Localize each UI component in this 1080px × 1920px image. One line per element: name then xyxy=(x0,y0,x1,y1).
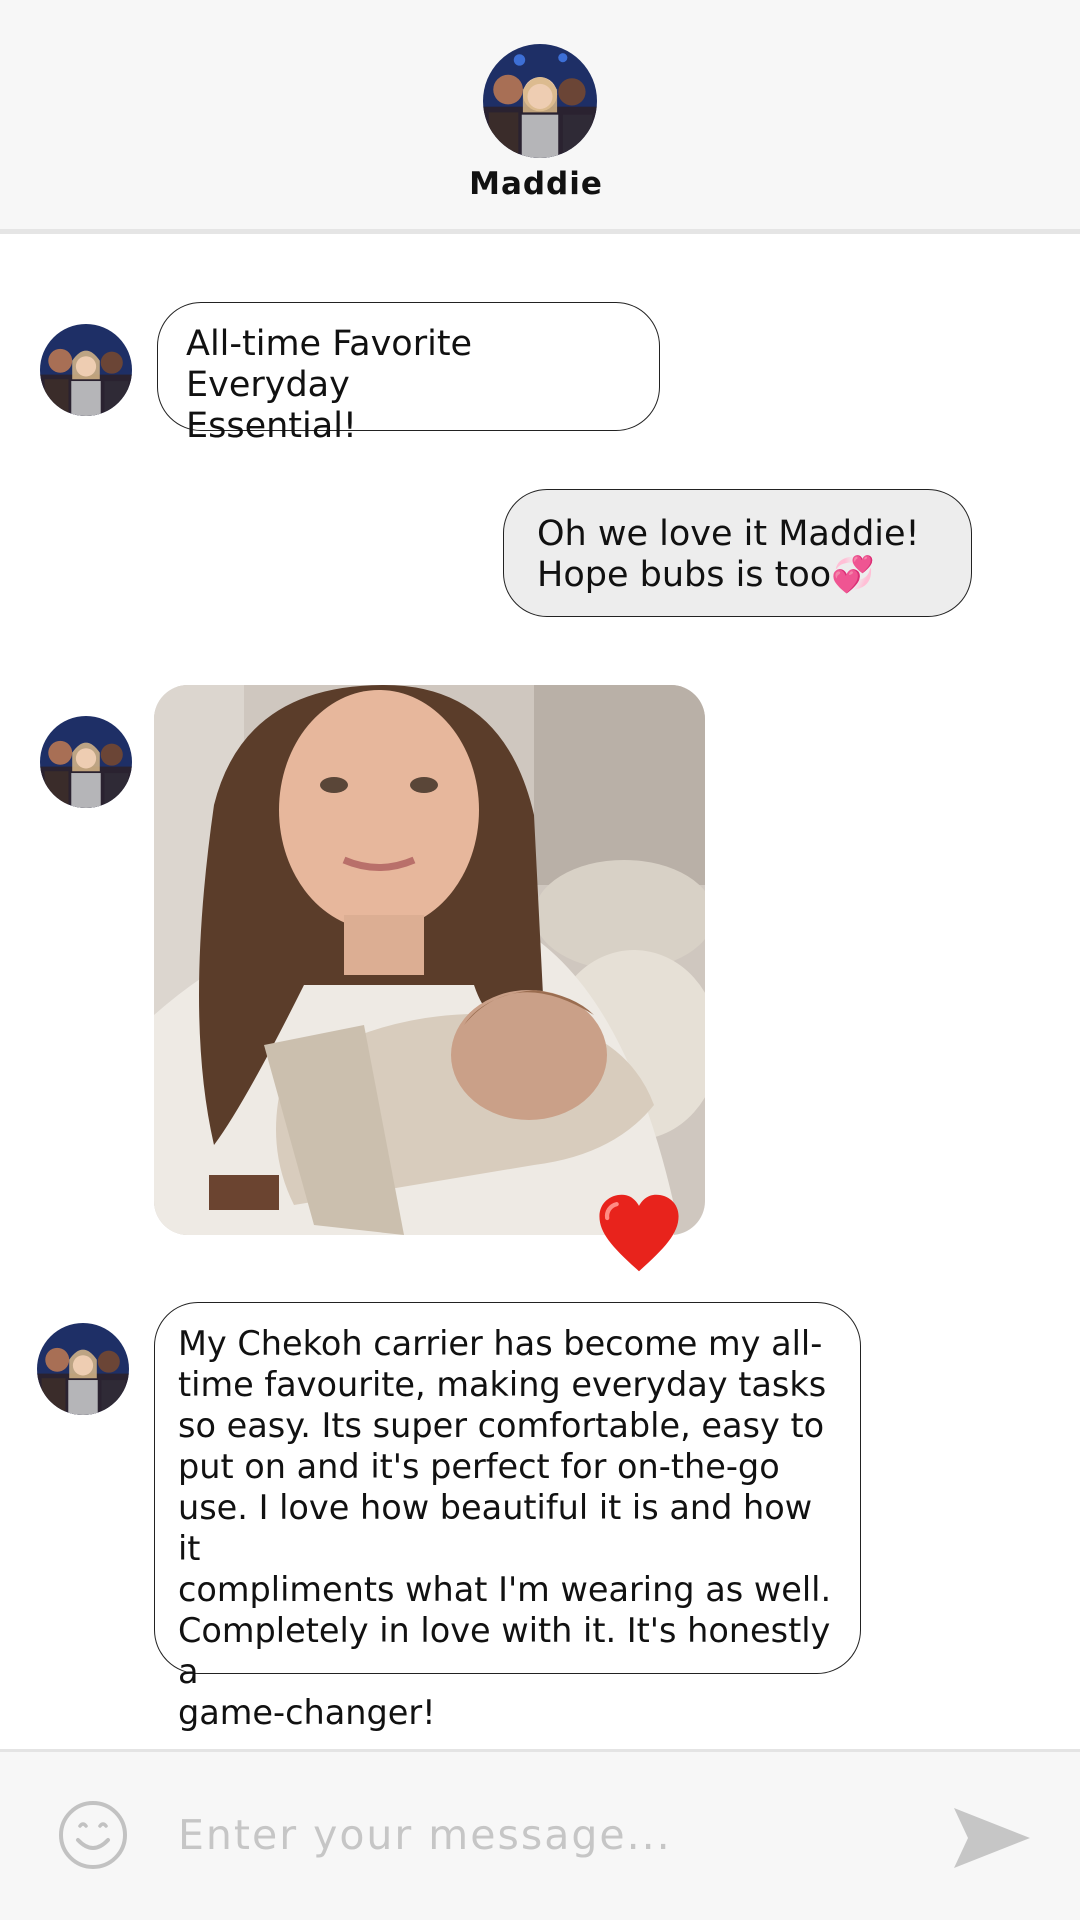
message-bubble-incoming[interactable]: All-time Favorite Everyday Essential! xyxy=(157,302,660,446)
heart-reaction-icon xyxy=(599,1194,679,1272)
contact-avatar[interactable] xyxy=(483,44,597,158)
message-photo[interactable] xyxy=(154,685,705,1235)
message-input[interactable] xyxy=(178,1805,918,1865)
sender-avatar xyxy=(40,716,132,808)
sender-avatar xyxy=(40,324,132,416)
message-bubble-incoming[interactable]: My Chekoh carrier has become my all- tim… xyxy=(154,1302,861,1732)
contact-name: Maddie xyxy=(469,166,603,202)
smiley-face-icon[interactable] xyxy=(58,1800,128,1870)
send-arrow-icon[interactable] xyxy=(952,1806,1032,1870)
chat-header: Maddie xyxy=(0,0,1080,234)
message-bubble-outgoing[interactable]: Oh we love it Maddie! Hope bubs is too💞 xyxy=(503,489,972,617)
sender-avatar xyxy=(37,1323,129,1415)
